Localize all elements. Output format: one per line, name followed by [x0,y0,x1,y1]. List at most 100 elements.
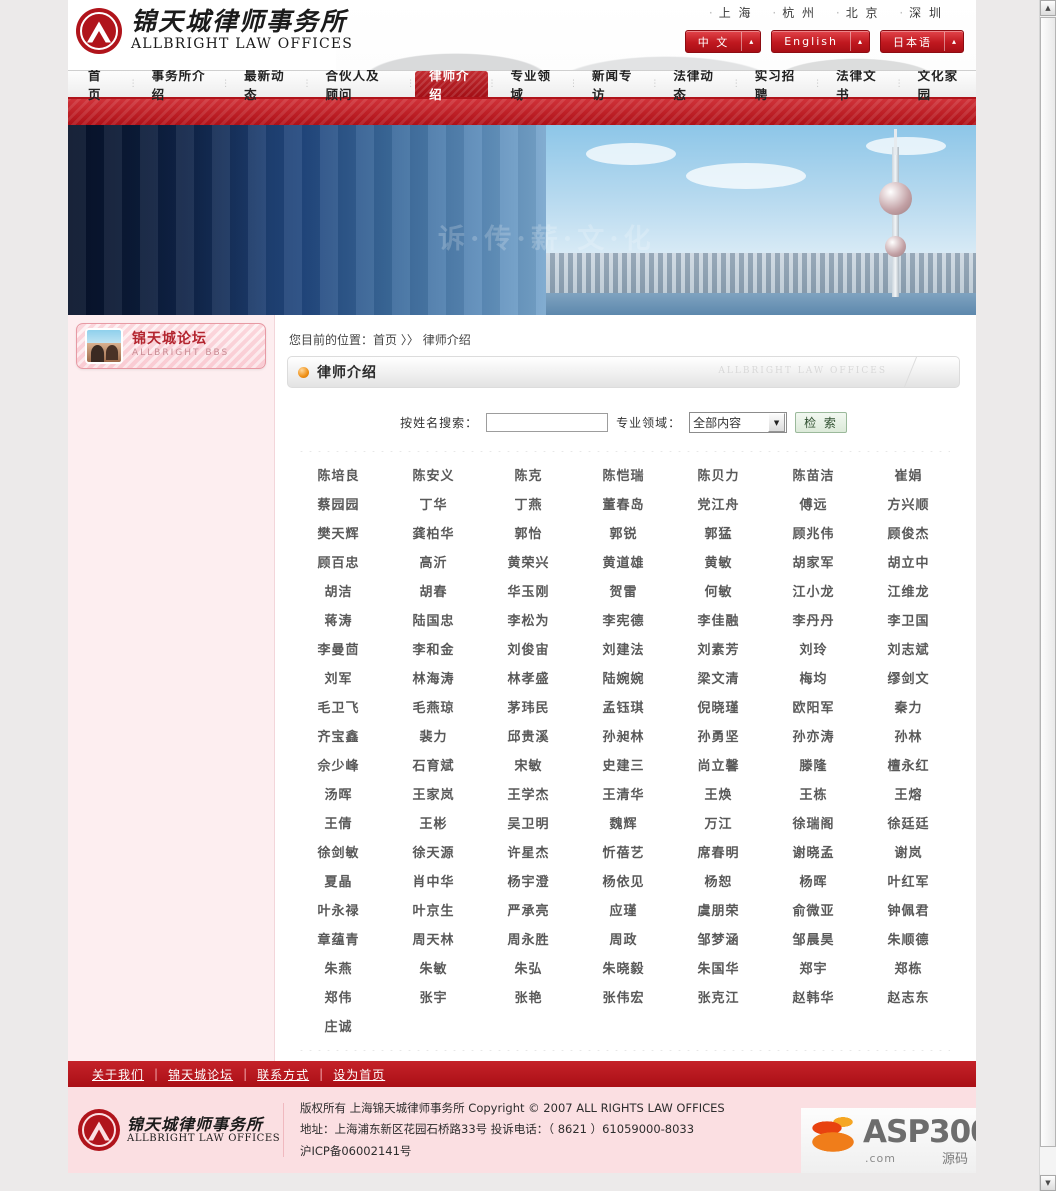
lawyer-link[interactable]: 石育斌 [386,752,481,781]
lawyer-link[interactable]: 谢岚 [861,839,956,868]
chevron-down-icon[interactable]: ▼ [768,413,786,432]
lawyer-link[interactable]: 郭猛 [671,520,766,549]
scroll-down-button[interactable]: ▼ [1040,1175,1056,1191]
lawyer-link[interactable]: 刘素芳 [671,636,766,665]
lawyer-link[interactable]: 叶京生 [386,897,481,926]
lawyer-link[interactable]: 邱贵溪 [481,723,576,752]
lawyer-link[interactable]: 徐剑敏 [291,839,386,868]
lawyer-link[interactable]: 许星杰 [481,839,576,868]
lawyer-link[interactable]: 杨宇澄 [481,868,576,897]
scrollbar-thumb[interactable] [1040,17,1056,1147]
lawyer-link[interactable]: 王栋 [766,781,861,810]
city-link-shenzhen[interactable]: 深 圳 [892,4,950,21]
lawyer-link[interactable]: 王焕 [671,781,766,810]
lawyer-link[interactable]: 陈贝力 [671,462,766,491]
sidebar-item-forum[interactable]: 锦天城论坛 ALLBRIGHT BBS [76,323,266,369]
lawyer-link[interactable]: 汤晖 [291,781,386,810]
lawyer-link[interactable]: 倪晓瑾 [671,694,766,723]
lawyer-link[interactable]: 周天林 [386,926,481,955]
lawyer-link[interactable]: 欧阳军 [766,694,861,723]
lawyer-link[interactable]: 刘军 [291,665,386,694]
lawyer-link[interactable]: 滕隆 [766,752,861,781]
lawyer-link[interactable]: 席春明 [671,839,766,868]
lawyer-link[interactable]: 刘建法 [576,636,671,665]
footer-link-2[interactable]: 联系方式 [247,1066,319,1083]
lawyer-link[interactable]: 顾俊杰 [861,520,956,549]
chevron-up-icon[interactable]: ▴ [943,32,963,51]
lawyer-link[interactable]: 毛燕琼 [386,694,481,723]
lawyer-link[interactable]: 尚立馨 [671,752,766,781]
nav-item-8[interactable]: 实习招聘 [741,68,813,102]
lawyer-link[interactable]: 刘志斌 [861,636,956,665]
search-button[interactable]: 检 索 [795,412,847,433]
lawyer-link[interactable]: 蒋涛 [291,607,386,636]
lawyer-link[interactable]: 徐廷廷 [861,810,956,839]
site-logo[interactable]: 锦天城律师事务所 ALLBRIGHT LAW OFFICES [76,8,353,54]
lawyer-link[interactable]: 邹晨昊 [766,926,861,955]
lawyer-link[interactable]: 陈恺瑞 [576,462,671,491]
lawyer-link[interactable]: 孙亦涛 [766,723,861,752]
lang-button-chinese[interactable]: 中 文 ▴ [684,30,762,53]
lawyer-link[interactable]: 邹梦涵 [671,926,766,955]
footer-link-0[interactable]: 关于我们 [82,1066,154,1083]
lawyer-link[interactable]: 杨依见 [576,868,671,897]
lawyer-link[interactable]: 陈克 [481,462,576,491]
lawyer-link[interactable]: 李宪德 [576,607,671,636]
lawyer-link[interactable]: 夏晶 [291,868,386,897]
lawyer-link[interactable]: 胡春 [386,578,481,607]
lawyer-link[interactable]: 江小龙 [766,578,861,607]
footer-link-3[interactable]: 设为首页 [323,1066,395,1083]
lawyer-link[interactable]: 傅远 [766,491,861,520]
lawyer-link[interactable]: 黄敏 [671,549,766,578]
lawyer-link[interactable]: 梁文清 [671,665,766,694]
lawyer-link[interactable]: 顾兆伟 [766,520,861,549]
lawyer-link[interactable]: 应瑾 [576,897,671,926]
lawyer-link[interactable]: 朱晓毅 [576,955,671,984]
lawyer-link[interactable]: 史建三 [576,752,671,781]
lawyer-link[interactable]: 魏辉 [576,810,671,839]
lawyer-link[interactable]: 刘玲 [766,636,861,665]
lang-button-japanese[interactable]: 日本语 ▴ [879,30,964,53]
lawyer-link[interactable]: 秦力 [861,694,956,723]
lawyer-link[interactable]: 叶红军 [861,868,956,897]
nav-item-9[interactable]: 法律文书 [822,68,894,102]
lawyer-link[interactable]: 缪剑文 [861,665,956,694]
lawyer-link[interactable]: 吴卫明 [481,810,576,839]
lawyer-link[interactable]: 孟钰琪 [576,694,671,723]
nav-item-5[interactable]: 专业领域 [497,68,569,102]
nav-item-1[interactable]: 事务所介绍 [138,68,222,102]
scroll-up-button[interactable]: ▲ [1040,0,1056,16]
lawyer-link[interactable]: 郑栋 [861,955,956,984]
lawyer-link[interactable]: 林海涛 [386,665,481,694]
lawyer-link[interactable]: 王倩 [291,810,386,839]
lawyer-link[interactable]: 宋敏 [481,752,576,781]
practice-area-select[interactable]: 全部内容 ▼ [689,412,788,433]
lawyer-link[interactable]: 华玉刚 [481,578,576,607]
lawyer-link[interactable]: 郭怡 [481,520,576,549]
lawyer-link[interactable]: 徐天源 [386,839,481,868]
lawyer-link[interactable]: 陈苗洁 [766,462,861,491]
nav-item-0[interactable]: 首 页 [74,68,129,102]
lang-button-english[interactable]: English ▴ [771,30,870,53]
scrollbar-track[interactable] [1040,17,1056,1174]
lawyer-link[interactable]: 杨恕 [671,868,766,897]
lawyer-link[interactable]: 崔娟 [861,462,956,491]
search-input[interactable] [486,413,609,432]
lawyer-link[interactable]: 王熔 [861,781,956,810]
lawyer-link[interactable]: 万江 [671,810,766,839]
city-link-hangzhou[interactable]: 杭 州 [765,4,823,21]
lawyer-link[interactable]: 黄道雄 [576,549,671,578]
lawyer-link[interactable]: 丁燕 [481,491,576,520]
lawyer-link[interactable]: 陆国忠 [386,607,481,636]
lawyer-link[interactable]: 李卫国 [861,607,956,636]
breadcrumb-link-home[interactable]: 首页 [373,333,397,347]
lawyer-link[interactable]: 高沂 [386,549,481,578]
lawyer-link[interactable]: 林孝盛 [481,665,576,694]
lawyer-link[interactable]: 俞微亚 [766,897,861,926]
lawyer-link[interactable]: 章蕴青 [291,926,386,955]
nav-item-4[interactable]: 律师介绍 [415,68,487,102]
lawyer-link[interactable]: 齐宝鑫 [291,723,386,752]
lawyer-link[interactable]: 黄荣兴 [481,549,576,578]
lawyer-link[interactable]: 朱顺德 [861,926,956,955]
lawyer-link[interactable]: 严承亮 [481,897,576,926]
